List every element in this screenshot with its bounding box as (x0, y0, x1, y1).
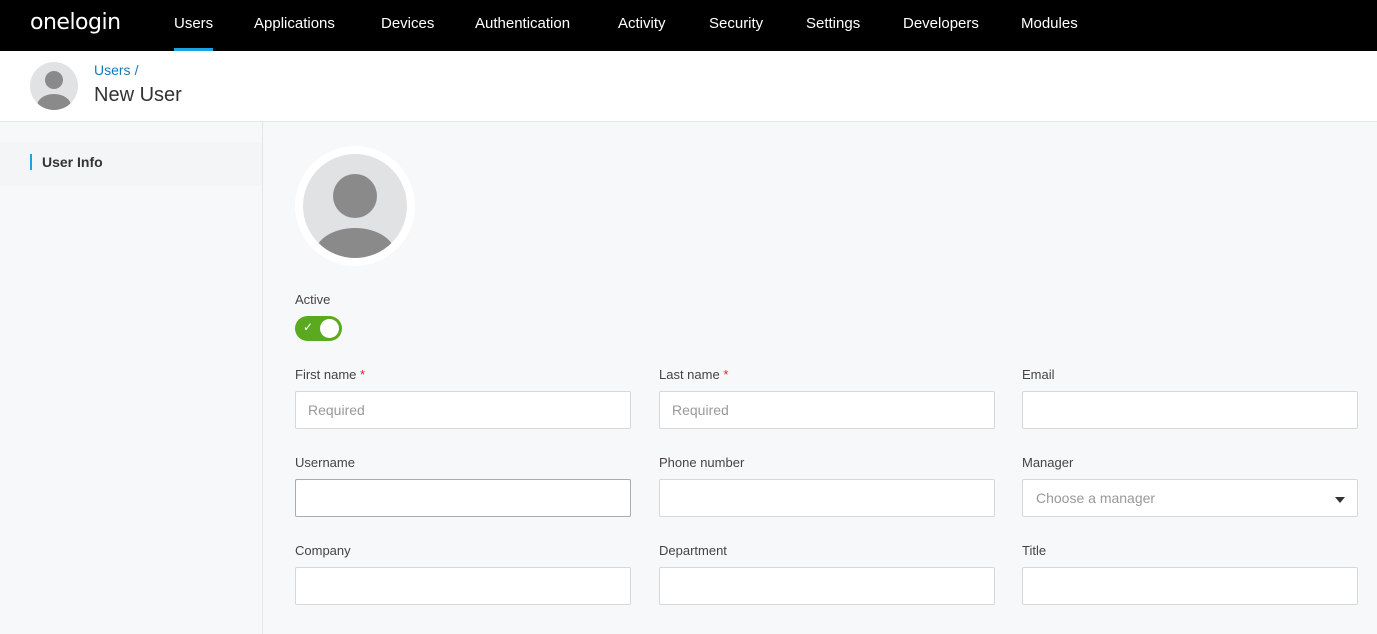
page-title: New User (94, 84, 182, 106)
phone-number-field[interactable] (659, 479, 995, 517)
nav-item-developers[interactable]: Developers (903, 0, 979, 51)
sidebar: User Info (0, 122, 263, 634)
active-label: Active (295, 292, 331, 307)
caret-down-icon (1335, 497, 1345, 503)
manager-placeholder: Choose a manager (1036, 490, 1156, 506)
breadcrumb: Users / (94, 62, 138, 78)
last-name-field[interactable] (659, 391, 995, 429)
sidebar-item-label: User Info (42, 154, 103, 170)
nav-item-security[interactable]: Security (709, 0, 763, 51)
check-icon: ✓ (303, 320, 314, 334)
email-field[interactable] (1022, 391, 1358, 429)
sidebar-item-user-info[interactable]: User Info (0, 142, 262, 186)
page-header: Users / New User (0, 51, 1377, 122)
last-name-label: Last name * (659, 367, 728, 382)
breadcrumb-users-link[interactable]: Users (94, 62, 131, 78)
nav-item-settings[interactable]: Settings (806, 0, 860, 51)
title-label: Title (1022, 543, 1047, 558)
nav-item-activity[interactable]: Activity (618, 0, 666, 51)
onelogin-logo[interactable]: onelogin (30, 10, 121, 35)
username-label: Username (295, 455, 355, 470)
title-field[interactable] (1022, 567, 1358, 605)
department-label: Department (659, 543, 727, 558)
manager-label: Manager (1022, 455, 1074, 470)
first-name-field[interactable] (295, 391, 631, 429)
manager-select[interactable]: Choose a manager (1022, 479, 1358, 517)
company-label: Company (295, 543, 351, 558)
required-mark: * (723, 367, 729, 382)
profile-photo-upload[interactable] (295, 146, 415, 266)
last-name-label-text: Last name (659, 367, 720, 382)
user-avatar-icon (30, 62, 78, 110)
nav-item-applications[interactable]: Applications (254, 0, 335, 51)
toggle-knob (320, 319, 339, 338)
nav-item-users[interactable]: Users (174, 0, 214, 51)
phone-number-label: Phone number (659, 455, 745, 470)
required-mark: * (360, 367, 366, 382)
username-field[interactable] (295, 479, 631, 517)
nav-item-modules[interactable]: Modules (1021, 0, 1078, 51)
user-form: Active ✓ First name * Last name * Email … (263, 122, 1377, 634)
nav-item-authentication[interactable]: Authentication (475, 0, 570, 51)
top-nav: onelogin Users Applications Devices Auth… (0, 0, 1377, 51)
email-label: Email (1022, 367, 1055, 382)
user-avatar-icon (303, 154, 407, 258)
breadcrumb-separator: / (134, 62, 139, 78)
nav-item-devices[interactable]: Devices (381, 0, 434, 51)
first-name-label-text: First name (295, 367, 357, 382)
active-toggle[interactable]: ✓ (295, 316, 342, 341)
department-field[interactable] (659, 567, 995, 605)
first-name-label: First name * (295, 367, 365, 382)
active-indicator (30, 154, 32, 170)
company-field[interactable] (295, 567, 631, 605)
